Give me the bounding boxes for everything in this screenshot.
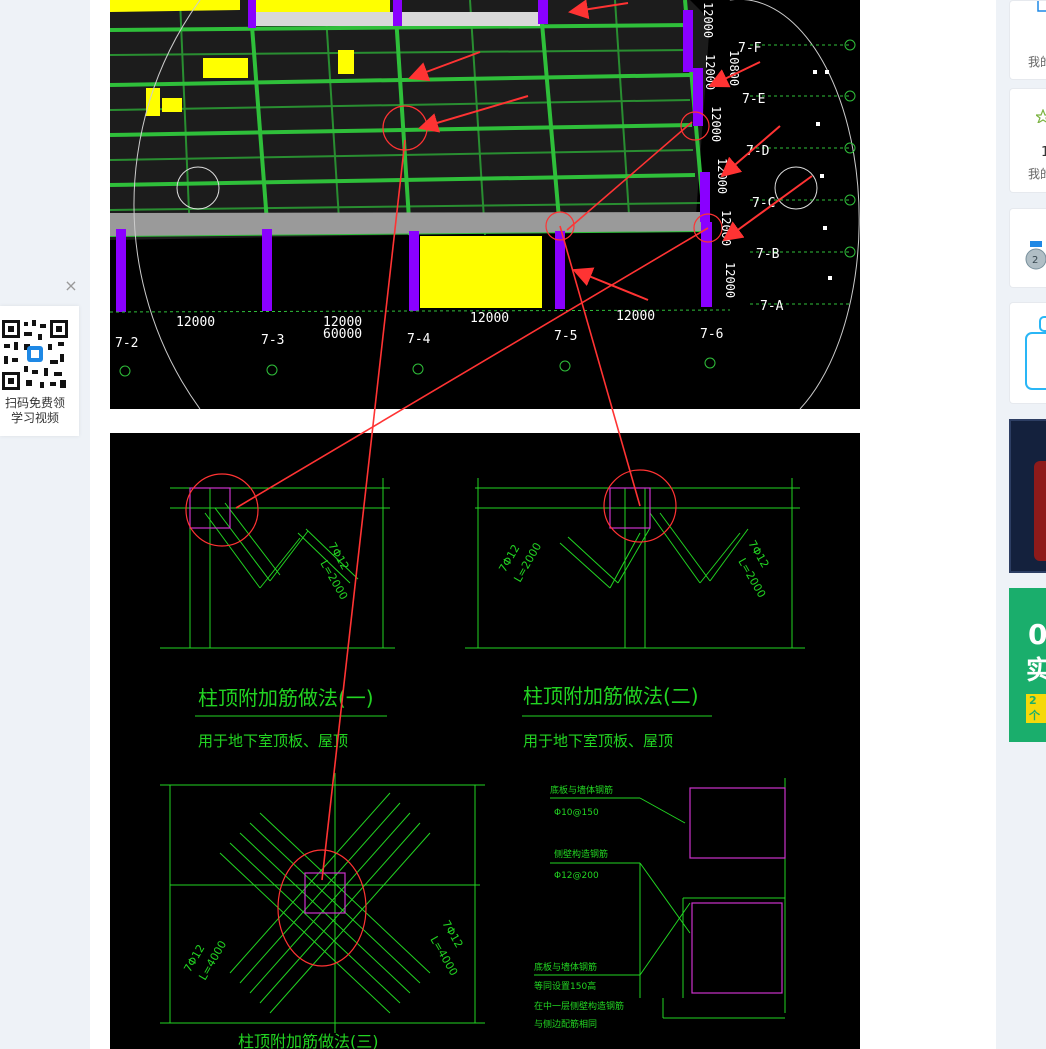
detail2-title: 柱顶附加筋做法(二) (523, 684, 699, 708)
dim-bottom-4: 12000 (616, 309, 655, 324)
promo-banner-dark-graphic (1034, 461, 1046, 561)
qr-caption: 扫码免费领 学习视频 (0, 396, 70, 426)
grid-label-7-6: 7-6 (700, 327, 723, 342)
qr-caption-line1: 扫码免费领 (4, 396, 65, 410)
sidebar-card-3[interactable]: 2 (1009, 208, 1046, 288)
qr-code-icon (0, 316, 70, 392)
dim-right-5: 12000 (715, 158, 729, 194)
sidebar-card-1-text: 我的 (1028, 55, 1046, 69)
gift-icon (1025, 316, 1046, 390)
star-icon (1036, 109, 1046, 123)
bookmark-icon (1037, 1, 1046, 12)
grid-label-7-d: 7-D (746, 144, 770, 159)
sidebar-card-2-count: 1 (1041, 145, 1046, 160)
dim-right-7: 12000 (723, 262, 737, 298)
dim-right-2: 12000 (703, 54, 717, 90)
grid-label-7-3: 7-3 (261, 333, 284, 348)
qr-caption-line2: 学习视频 (10, 411, 59, 425)
grid-label-7-2: 7-2 (115, 336, 138, 351)
grid-label-7-a: 7-A (760, 299, 784, 314)
detail1-title: 柱顶附加筋做法(一) (198, 686, 374, 710)
grid-label-7-5: 7-5 (554, 329, 577, 344)
dim-right-3: 10800 (727, 50, 741, 86)
promo-green-mid-text: 实 (1026, 656, 1046, 686)
section-note-1: 底板与墙体钢筋 (550, 784, 613, 796)
sidebar-card-4[interactable] (1009, 302, 1046, 404)
qr-close-icon[interactable]: × (63, 278, 79, 294)
grid-label-7-e: 7-E (742, 92, 765, 107)
detail1-note: 用于地下室顶板、屋顶 (198, 732, 348, 750)
dim-right-6: 12000 (719, 210, 733, 246)
section-note-4: Φ12@200 (554, 871, 599, 881)
dim-bottom-3: 12000 (470, 311, 509, 326)
section-note-8: 与侧边配筋相同 (534, 1018, 597, 1030)
promo-green-tag: 2个 (1026, 694, 1046, 723)
section-note-7: 在中一层侧壁构造钢筋 (534, 1000, 624, 1012)
sidebar-card-2[interactable]: 1 我的 (1009, 88, 1046, 193)
grid-label-7-c: 7-C (752, 196, 775, 211)
grid-label-7-b: 7-B (756, 247, 780, 262)
grid-label-7-4: 7-4 (407, 332, 431, 347)
dim-bottom-1: 12000 (176, 315, 215, 330)
medal-icon: 2 (1025, 241, 1046, 270)
dim-bottom-total: 60000 (323, 327, 362, 342)
section-note-6: 等同设置150高 (534, 980, 596, 992)
svg-text:2: 2 (1032, 255, 1038, 266)
detail3-title: 柱顶附加筋做法(三) (238, 1032, 379, 1049)
rebar-length-d3a: L=4000 (196, 938, 229, 982)
detail2-note: 用于地下室顶板、屋顶 (523, 732, 673, 750)
promo-green-big-text: 0 (1028, 618, 1046, 651)
section-note-5: 底板与墙体钢筋 (534, 961, 597, 973)
sidebar-card-1[interactable]: 我的 (1009, 0, 1046, 80)
structure-3d-screenshot: 12000 12000 60000 12000 12000 7-2 7-3 7-… (110, 0, 860, 409)
column-rebar-detail-drawing: 柱顶附加筋做法(一) 用于地下室顶板、屋顶 柱顶附加筋做法(二) 用于地下室顶板… (110, 433, 860, 1049)
promo-banner-dark[interactable] (1009, 419, 1046, 573)
sidebar-card-2-text: 我的 (1028, 167, 1046, 181)
section-note-3: 侧壁构造钢筋 (554, 848, 608, 860)
section-note-2: Φ10@150 (554, 808, 599, 818)
dim-right-1: 12000 (701, 2, 715, 38)
dim-right-4: 12000 (709, 106, 723, 142)
promo-banner-green[interactable]: 0 实 2个 (1009, 588, 1046, 742)
qr-promo-widget[interactable]: 扫码免费领 学习视频 (0, 306, 79, 436)
